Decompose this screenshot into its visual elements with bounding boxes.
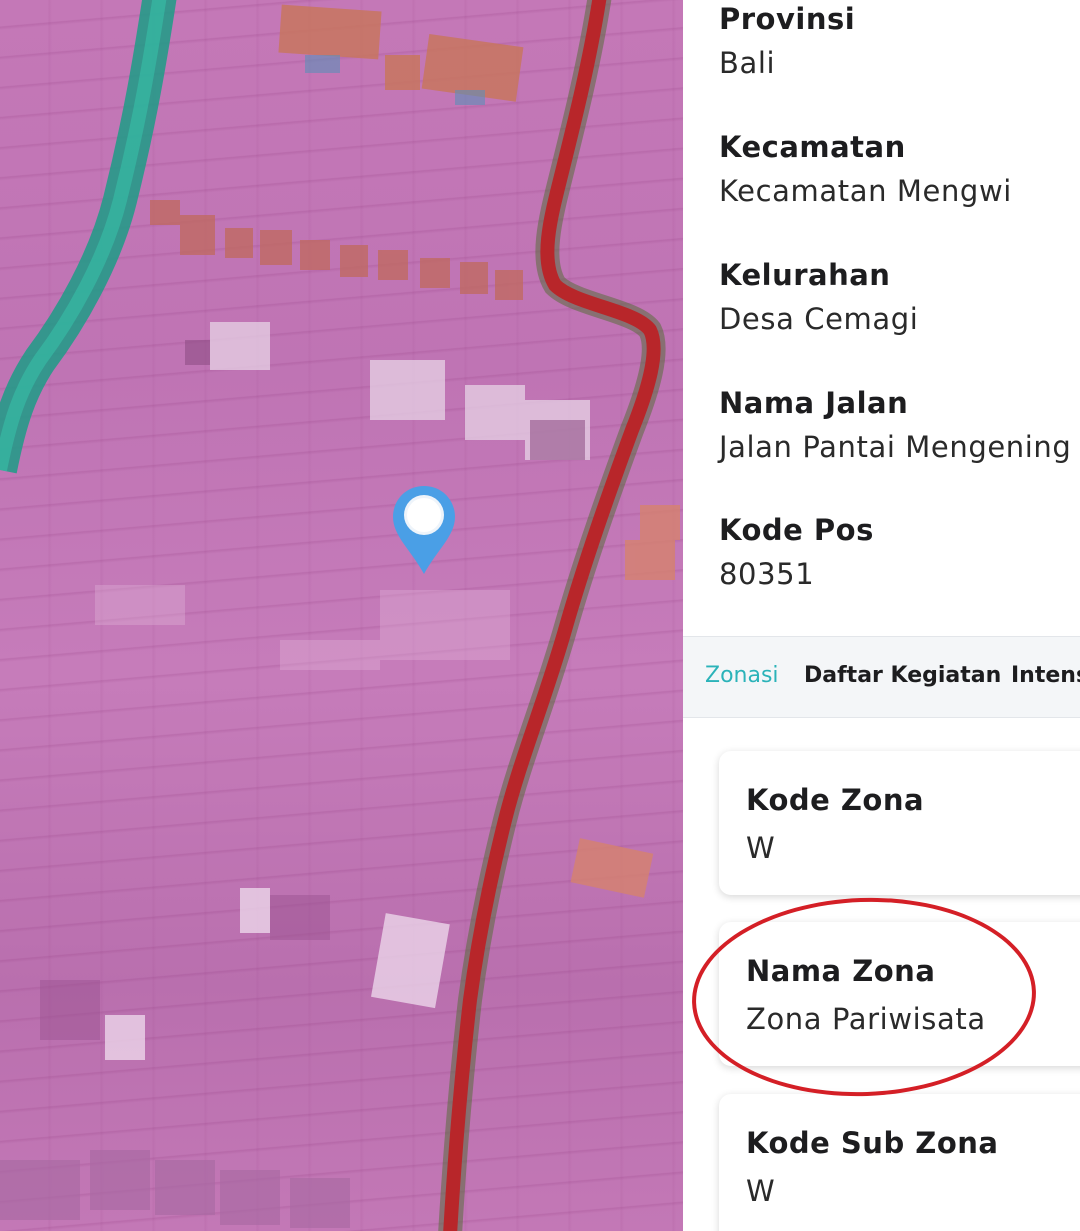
nama-jalan-field: Nama Jalan Jalan Pantai Mengening <box>719 386 1071 464</box>
kode-sub-zona-value: W <box>746 1174 776 1208</box>
map-pin-icon[interactable] <box>391 484 457 576</box>
kode-sub-zona-label: Kode Sub Zona <box>746 1126 999 1160</box>
kelurahan-label: Kelurahan <box>719 258 891 292</box>
map-layer <box>0 0 680 1231</box>
tab-bar: Zonasi Daftar Kegiatan Intensitas <box>683 636 1080 718</box>
buildings-bottom <box>0 1150 350 1228</box>
buildings-top <box>278 4 524 102</box>
kelurahan-value: Desa Cemagi <box>719 302 919 336</box>
nama-zona-value: Zona Pariwisata <box>746 1002 986 1036</box>
map-view[interactable] <box>0 0 683 1231</box>
provinsi-field: Provinsi Bali <box>719 2 855 80</box>
kode-pos-value: 80351 <box>719 557 815 591</box>
nama-jalan-value: Jalan Pantai Mengening <box>719 430 1072 464</box>
nama-zona-card: Nama Zona Zona Pariwisata <box>719 922 1080 1066</box>
tab-intensitas[interactable]: Intensitas <box>1011 663 1080 688</box>
kecamatan-value: Kecamatan Mengwi <box>719 174 1012 208</box>
nama-jalan-label: Nama Jalan <box>719 386 909 420</box>
kode-zona-value: W <box>746 831 776 865</box>
kode-zona-label: Kode Zona <box>746 783 925 817</box>
kecamatan-field: Kecamatan Kecamatan Mengwi <box>719 130 1012 208</box>
provinsi-value: Bali <box>719 46 776 80</box>
tab-daftar-kegiatan[interactable]: Daftar Kegiatan <box>804 663 1001 688</box>
location-info-panel: Provinsi Bali Kecamatan Kecamatan Mengwi… <box>683 0 1080 1231</box>
tab-zonasi[interactable]: Zonasi <box>705 663 779 688</box>
kelurahan-field: Kelurahan Desa Cemagi <box>719 258 918 336</box>
kode-pos-label: Kode Pos <box>719 513 874 547</box>
kecamatan-label: Kecamatan <box>719 130 906 164</box>
nama-zona-label: Nama Zona <box>746 954 936 988</box>
kode-zona-card: Kode Zona W <box>719 751 1080 895</box>
provinsi-label: Provinsi <box>719 2 856 36</box>
kode-pos-field: Kode Pos 80351 <box>719 513 874 591</box>
kode-sub-zona-card: Kode Sub Zona W <box>719 1094 1080 1231</box>
buildings-row-2 <box>150 200 523 300</box>
